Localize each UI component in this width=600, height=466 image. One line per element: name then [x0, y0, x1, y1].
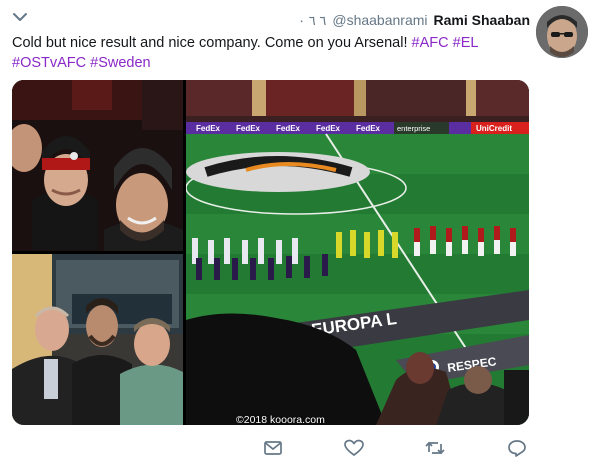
photo-selfie-crowd[interactable] [12, 80, 183, 251]
watermark: ©2018 kooora.com [236, 414, 325, 426]
envelope-icon[interactable] [262, 438, 284, 458]
ad-fedex-4: FedEx [316, 124, 341, 133]
hashtag-ostvafc[interactable]: #OSTvAFC [12, 55, 86, 71]
ad-enterprise: enterprise [397, 124, 430, 133]
handle-prefix-text: ٦ ٦ ٠ [298, 13, 327, 28]
tweet-body: Cold but nice result and nice company. C… [12, 35, 412, 51]
hashtag-sweden[interactable]: #Sweden [90, 55, 150, 71]
heart-icon[interactable] [343, 438, 365, 458]
tweet-actions [0, 438, 600, 460]
hashtag-afc[interactable]: #AFC [412, 35, 449, 51]
user-handle[interactable]: @shaabanrami [332, 12, 427, 28]
tweet-header: ٦ ٦ ٠ @shaabanrami Rami Shaaban [298, 12, 530, 29]
display-name[interactable]: Rami Shaaban [434, 12, 530, 28]
photo-stadium-lineup[interactable]: FedEx FedEx FedEx FedEx FedEx enterprise… [186, 80, 529, 425]
chevron-down-icon[interactable] [11, 8, 29, 26]
ad-fedex-1: FedEx [196, 124, 221, 133]
ad-fedex-3: FedEx [276, 124, 301, 133]
photo-three-men[interactable] [12, 254, 183, 425]
hashtag-el[interactable]: #EL [453, 35, 479, 51]
tweet-text: Cold but nice result and nice company. C… [12, 33, 522, 73]
ad-fedex-2: FedEx [236, 124, 261, 133]
avatar[interactable] [536, 6, 588, 58]
media-grid: FedEx FedEx FedEx FedEx FedEx enterprise… [12, 80, 529, 425]
reply-icon[interactable] [506, 438, 528, 458]
ad-unicredit: UniCredit [476, 124, 512, 133]
ad-fedex-5: FedEx [356, 124, 381, 133]
retweet-icon[interactable] [424, 438, 446, 458]
